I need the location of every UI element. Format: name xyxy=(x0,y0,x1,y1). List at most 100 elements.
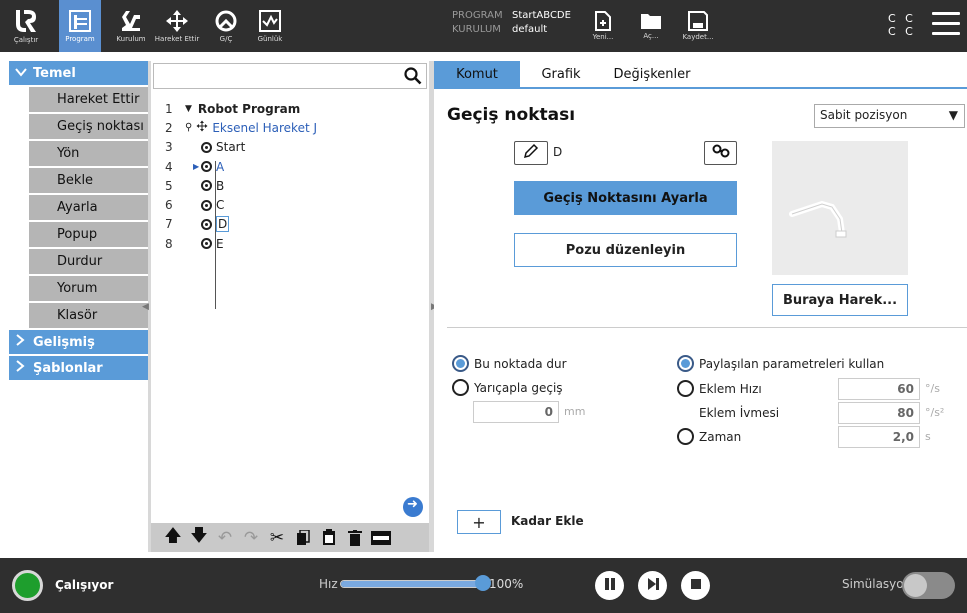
open-button-label: Aç... xyxy=(643,32,659,40)
tab-variables[interactable]: Değişkenler xyxy=(602,61,702,87)
search-icon[interactable] xyxy=(404,67,422,89)
tree-row[interactable]: 3 Start xyxy=(165,138,425,157)
row-number: 1 xyxy=(165,101,173,116)
node-halt[interactable]: Durdur xyxy=(29,249,148,274)
row-text: C xyxy=(216,198,225,213)
node-comment[interactable]: Yorum xyxy=(29,276,148,301)
speed-slider-fill xyxy=(341,581,483,587)
run-tab[interactable]: Çalıştır xyxy=(4,0,48,52)
installation-key: KURULUM xyxy=(452,24,501,35)
program-tab[interactable]: Program xyxy=(59,0,101,52)
category-advanced[interactable]: Gelişmiş xyxy=(9,330,148,354)
go-to-current-icon[interactable] xyxy=(403,497,423,517)
category-advanced-label: Gelişmiş xyxy=(33,334,95,350)
category-templates-label: Şablonlar xyxy=(33,360,103,376)
joint-speed-field[interactable]: 60 xyxy=(838,378,920,400)
program-tab-label: Program xyxy=(65,35,95,43)
node-waypoint-label: Geçiş noktası xyxy=(57,119,144,134)
open-button[interactable]: Aç... xyxy=(636,0,666,52)
set-waypoint-button[interactable]: Geçiş Noktasını Ayarla xyxy=(514,181,737,215)
cut-icon[interactable]: ✂ xyxy=(267,528,287,548)
pause-button[interactable] xyxy=(595,571,624,600)
move-here-button[interactable]: Buraya Harek... xyxy=(772,284,908,316)
tree-search-input[interactable] xyxy=(153,63,427,89)
move-up-icon[interactable]: 🡅 xyxy=(163,526,183,548)
tree-row[interactable]: 4 ▶ A xyxy=(165,157,425,176)
waypoint-icon xyxy=(201,161,212,173)
row-text: E xyxy=(216,236,224,251)
new-file-icon xyxy=(595,11,611,31)
copy-icon[interactable] xyxy=(293,528,313,548)
node-waypoint[interactable]: Geçiş noktası xyxy=(29,114,148,139)
shared-params-radio[interactable]: Paylaşılan parametreleri kullan xyxy=(677,355,884,372)
time-radio[interactable]: Zaman xyxy=(677,428,741,445)
move-down-icon[interactable]: 🡇 xyxy=(189,526,209,548)
node-set[interactable]: Ayarla xyxy=(29,195,148,220)
step-icon xyxy=(646,577,660,595)
hamburger-menu-icon[interactable] xyxy=(932,12,960,38)
node-folder-label: Klasör xyxy=(57,308,98,323)
step-button[interactable] xyxy=(638,571,667,600)
tree-row[interactable]: 5 B xyxy=(165,176,425,195)
stop-button[interactable] xyxy=(681,571,710,600)
save-button[interactable]: Kaydet... xyxy=(680,0,716,52)
category-templates[interactable]: Şablonlar xyxy=(9,356,148,380)
time-field[interactable]: 2,0 xyxy=(838,426,920,448)
program-icon xyxy=(68,9,92,33)
link-button[interactable] xyxy=(704,141,737,165)
tab-command-label: Komut xyxy=(456,66,498,82)
tree-row[interactable]: 6 C xyxy=(165,195,425,214)
tree-row-selected[interactable]: 7 D xyxy=(165,215,425,234)
tab-command[interactable]: Komut xyxy=(434,61,520,87)
node-folder[interactable]: Klasör xyxy=(29,303,148,328)
speed-slider[interactable] xyxy=(340,575,491,591)
node-popup-label: Popup xyxy=(57,227,98,242)
position-type-select[interactable]: Sabit pozisyon ▼ xyxy=(814,104,965,128)
new-button[interactable]: Yeni... xyxy=(588,0,618,52)
edit-pose-button[interactable]: Pozu düzenleyin xyxy=(514,233,737,267)
rename-button[interactable] xyxy=(514,141,548,165)
installation-tab[interactable]: Kurulum xyxy=(111,0,151,52)
waypoint-icon xyxy=(201,199,212,211)
stop-here-label: Bu noktada dur xyxy=(474,356,567,371)
blend-radio[interactable]: Yarıçapla geçiş xyxy=(452,379,563,396)
section-divider xyxy=(447,327,967,328)
cc-indicator: C C C C xyxy=(888,12,916,38)
move-icon xyxy=(165,9,189,33)
joint-speed-radio[interactable]: Eklem Hızı xyxy=(677,380,762,397)
node-move[interactable]: Hareket Ettir xyxy=(29,87,148,112)
suppress-icon[interactable] xyxy=(371,528,391,548)
installation-icon xyxy=(118,9,144,33)
blend-radius-field[interactable]: 0 xyxy=(473,401,559,423)
node-set-label: Ayarla xyxy=(57,200,98,215)
time-label: Zaman xyxy=(699,429,742,444)
cc-line-2: C C xyxy=(888,25,916,38)
add-until-button[interactable]: + xyxy=(457,510,501,534)
tab-graphics[interactable]: Grafik xyxy=(520,61,602,87)
radio-unselected-icon xyxy=(452,379,469,396)
delete-icon[interactable] xyxy=(345,528,365,548)
collapse-triangle-icon[interactable]: ▼ xyxy=(185,104,192,114)
stop-here-radio[interactable]: Bu noktada dur xyxy=(452,355,567,372)
save-icon xyxy=(688,11,708,31)
tree-row[interactable]: 1 ▼ Robot Program xyxy=(165,99,425,118)
waypoint-icon xyxy=(201,180,212,192)
undo-icon[interactable]: ↶ xyxy=(215,528,235,548)
joint-accel-field[interactable]: 80 xyxy=(838,402,920,424)
category-basic[interactable]: Temel xyxy=(9,61,148,85)
paste-icon[interactable] xyxy=(319,528,339,548)
node-direction-label: Yön xyxy=(57,146,80,161)
simulation-toggle[interactable] xyxy=(902,572,955,599)
node-wait[interactable]: Bekle xyxy=(29,168,148,193)
tree-row[interactable]: 8 E xyxy=(165,234,425,253)
set-waypoint-label: Geçiş Noktasını Ayarla xyxy=(543,190,708,206)
log-icon xyxy=(258,9,282,33)
move-tab[interactable]: Hareket Ettir xyxy=(152,0,202,52)
tree-row[interactable]: 2 ⚲ Eksenel Hareket J xyxy=(165,118,425,137)
redo-icon[interactable]: ↷ xyxy=(241,528,261,548)
log-tab[interactable]: Günlük xyxy=(252,0,288,52)
collapse-left-icon[interactable]: ◀ xyxy=(142,302,151,314)
io-tab[interactable]: G/Ç xyxy=(206,0,246,52)
node-direction[interactable]: Yön xyxy=(29,141,148,166)
node-popup[interactable]: Popup xyxy=(29,222,148,247)
